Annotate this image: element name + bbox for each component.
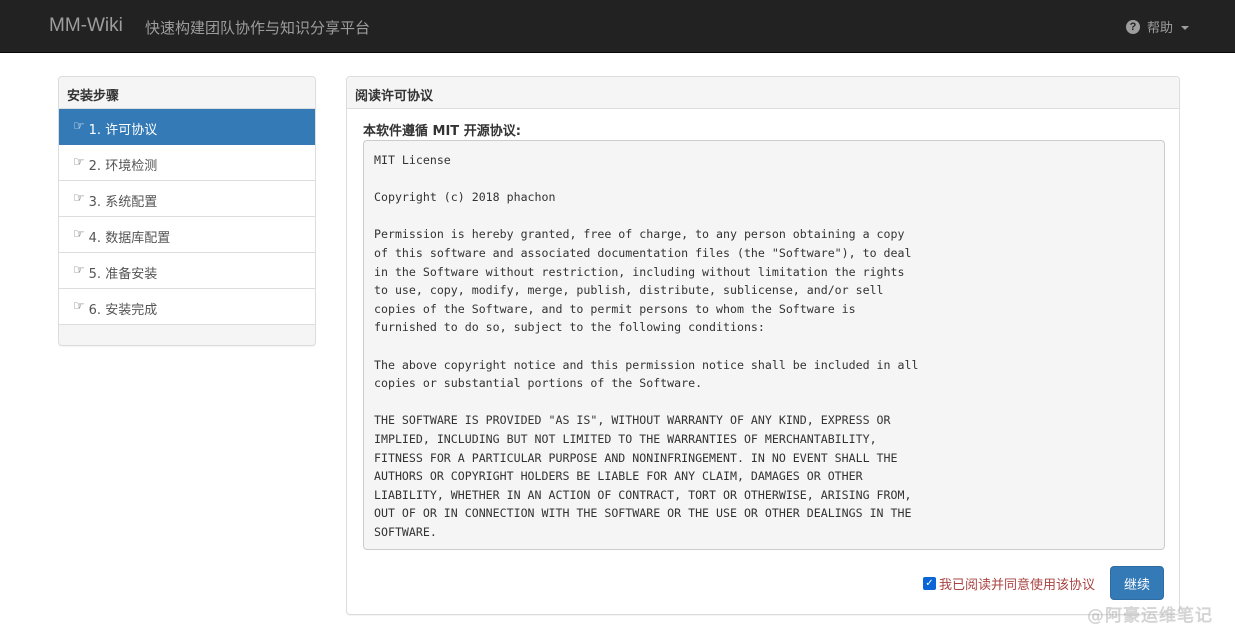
step-label: 2. 环境检测	[88, 159, 158, 174]
step-item[interactable]: ☞ 5. 准备安装	[59, 253, 315, 289]
continue-button[interactable]: 继续	[1110, 566, 1164, 600]
brand-subtitle: 快速构建团队协作与知识分享平台	[145, 19, 371, 37]
help-label: 帮助	[1146, 21, 1173, 36]
hand-pointing-icon: ☞	[73, 299, 85, 314]
step-item[interactable]: ☞ 2. 环境检测	[59, 145, 315, 181]
step-item[interactable]: ☞ 6. 安装完成	[59, 289, 315, 325]
step-label: 6. 安装完成	[88, 303, 158, 318]
agree-checkbox-label[interactable]: ✓ 我已阅读并同意使用该协议	[922, 574, 1095, 593]
question-circle-icon: ?	[1125, 19, 1140, 34]
license-panel-title: 阅读许可协议	[347, 77, 1179, 109]
install-steps-list: ☞ 1. 许可协议 ☞ 2. 环境检测 ☞ 3. 系统配置 ☞ 4. 数据库配置 ☞ 5. 准备安…	[59, 109, 315, 325]
step-label: 3. 系统配置	[88, 195, 158, 210]
hand-pointing-icon: ☞	[73, 191, 85, 206]
install-steps-title: 安装步骤	[59, 77, 315, 109]
brand-logo[interactable]: MM-Wiki	[49, 15, 123, 37]
top-navbar: MM-Wiki 快速构建团队协作与知识分享平台 ? 帮助	[0, 0, 1235, 53]
hand-pointing-icon: ☞	[73, 155, 85, 170]
hand-pointing-icon: ☞	[73, 227, 85, 242]
step-label: 1. 许可协议	[88, 123, 158, 138]
step-item[interactable]: ☞ 1. 许可协议	[59, 109, 315, 145]
step-item[interactable]: ☞ 3. 系统配置	[59, 181, 315, 217]
help-menu-button[interactable]: ? 帮助	[1125, 17, 1189, 36]
license-text-area[interactable]: MIT License Copyright (c) 2018 phachon P…	[363, 140, 1165, 550]
license-intro: 本软件遵循 MIT 开源协议:	[363, 124, 521, 139]
watermark: @阿豪运维笔记	[1087, 606, 1213, 626]
license-panel: 阅读许可协议 本软件遵循 MIT 开源协议: MIT License Copyr…	[346, 76, 1180, 615]
step-label: 5. 准备安装	[88, 267, 158, 282]
agree-checkbox[interactable]: ✓	[922, 577, 936, 590]
hand-pointing-icon: ☞	[73, 119, 85, 134]
step-label: 4. 数据库配置	[88, 231, 171, 246]
hand-pointing-icon: ☞	[73, 263, 85, 278]
caret-down-icon	[1181, 25, 1189, 30]
agree-label: 我已阅读并同意使用该协议	[938, 578, 1095, 593]
install-steps-panel: 安装步骤 ☞ 1. 许可协议 ☞ 2. 环境检测 ☞ 3. 系统配置 ☞ 4. 数据库配置 ☞ 5…	[58, 76, 316, 346]
step-item[interactable]: ☞ 4. 数据库配置	[59, 217, 315, 253]
